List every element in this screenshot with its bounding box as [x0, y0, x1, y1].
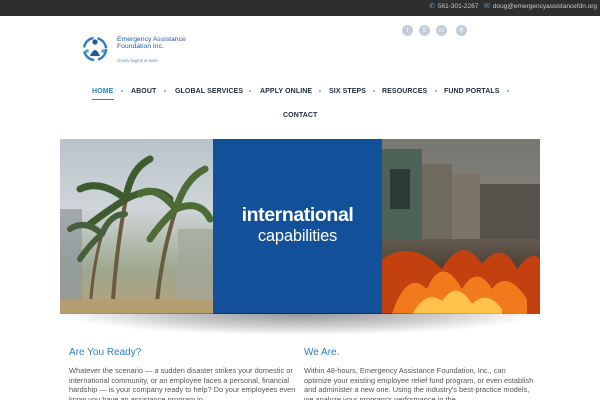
banner-headline: international — [241, 204, 354, 226]
foundation-logo-icon — [82, 36, 108, 62]
mail-icon: ✉ — [484, 3, 490, 10]
active-underline — [92, 99, 114, 100]
nav-item-contact[interactable]: CONTACT — [283, 112, 317, 119]
phone-icon: ✆ — [429, 3, 435, 10]
linkedin-icon[interactable]: in — [436, 25, 447, 36]
top-bar: ✆ 561-301-2267 ✉ doug@emergencyassistanc… — [0, 0, 600, 16]
fire-street-image — [382, 139, 540, 314]
storm-palm-trees-image — [60, 139, 214, 314]
nav-item-resources[interactable]: RESOURCES — [382, 88, 427, 95]
skype-icon[interactable]: S — [419, 25, 430, 36]
banner-subheadline: capabilities — [257, 227, 338, 245]
nav-item-fund-portals[interactable]: FUND PORTALS — [444, 88, 500, 95]
twitter-icon[interactable]: t — [402, 25, 413, 36]
nav-separator — [164, 90, 166, 92]
section-body: Whatever the scenario — a sudden disaste… — [69, 366, 296, 400]
nav-separator — [373, 90, 375, 92]
nav-item-about[interactable]: ABOUT — [131, 88, 156, 95]
nav-separator — [249, 90, 251, 92]
fire-street-illustration — [382, 139, 540, 314]
nav-separator — [319, 90, 321, 92]
section-title: We Are. — [304, 347, 340, 358]
palm-trees-illustration — [60, 155, 214, 314]
logo-tagline: charity begins at work — [117, 58, 158, 63]
site-logo[interactable]: Emergency Assistance Foundation Inc. cha… — [79, 34, 186, 66]
nav-separator — [507, 90, 509, 92]
section-title: Are You Ready? — [69, 347, 142, 358]
nav-separator — [121, 90, 123, 92]
nav-item-home[interactable]: HOME — [92, 88, 113, 95]
search-icon[interactable]: ⚲ — [456, 25, 467, 36]
section-body: Within 48-hours, Emergency Assistance Fo… — [304, 366, 534, 400]
phone-number[interactable]: 561-301-2267 — [438, 3, 478, 10]
we-are-section: We Are. Within 48-hours, Emergency Assis… — [304, 347, 534, 400]
nav-separator — [435, 90, 437, 92]
hero-banner: international capabilities — [60, 139, 540, 314]
email-address[interactable]: doug@emergencyassistancefdn.org — [493, 3, 597, 10]
nav-item-six-steps[interactable]: SIX STEPS — [329, 88, 366, 95]
phone-contact[interactable]: ✆ 561-301-2267 — [429, 3, 478, 10]
are-you-ready-section: Are You Ready? Whatever the scenario — a… — [69, 347, 299, 400]
nav-item-global-services[interactable]: GLOBAL SERVICES — [175, 88, 243, 95]
email-contact[interactable]: ✉ doug@emergencyassistancefdn.org — [484, 3, 597, 10]
nav-item-apply-online[interactable]: APPLY ONLINE — [260, 88, 312, 95]
banner-shadow — [64, 313, 536, 335]
logo-name: Emergency Assistance Foundation Inc. — [117, 36, 186, 51]
